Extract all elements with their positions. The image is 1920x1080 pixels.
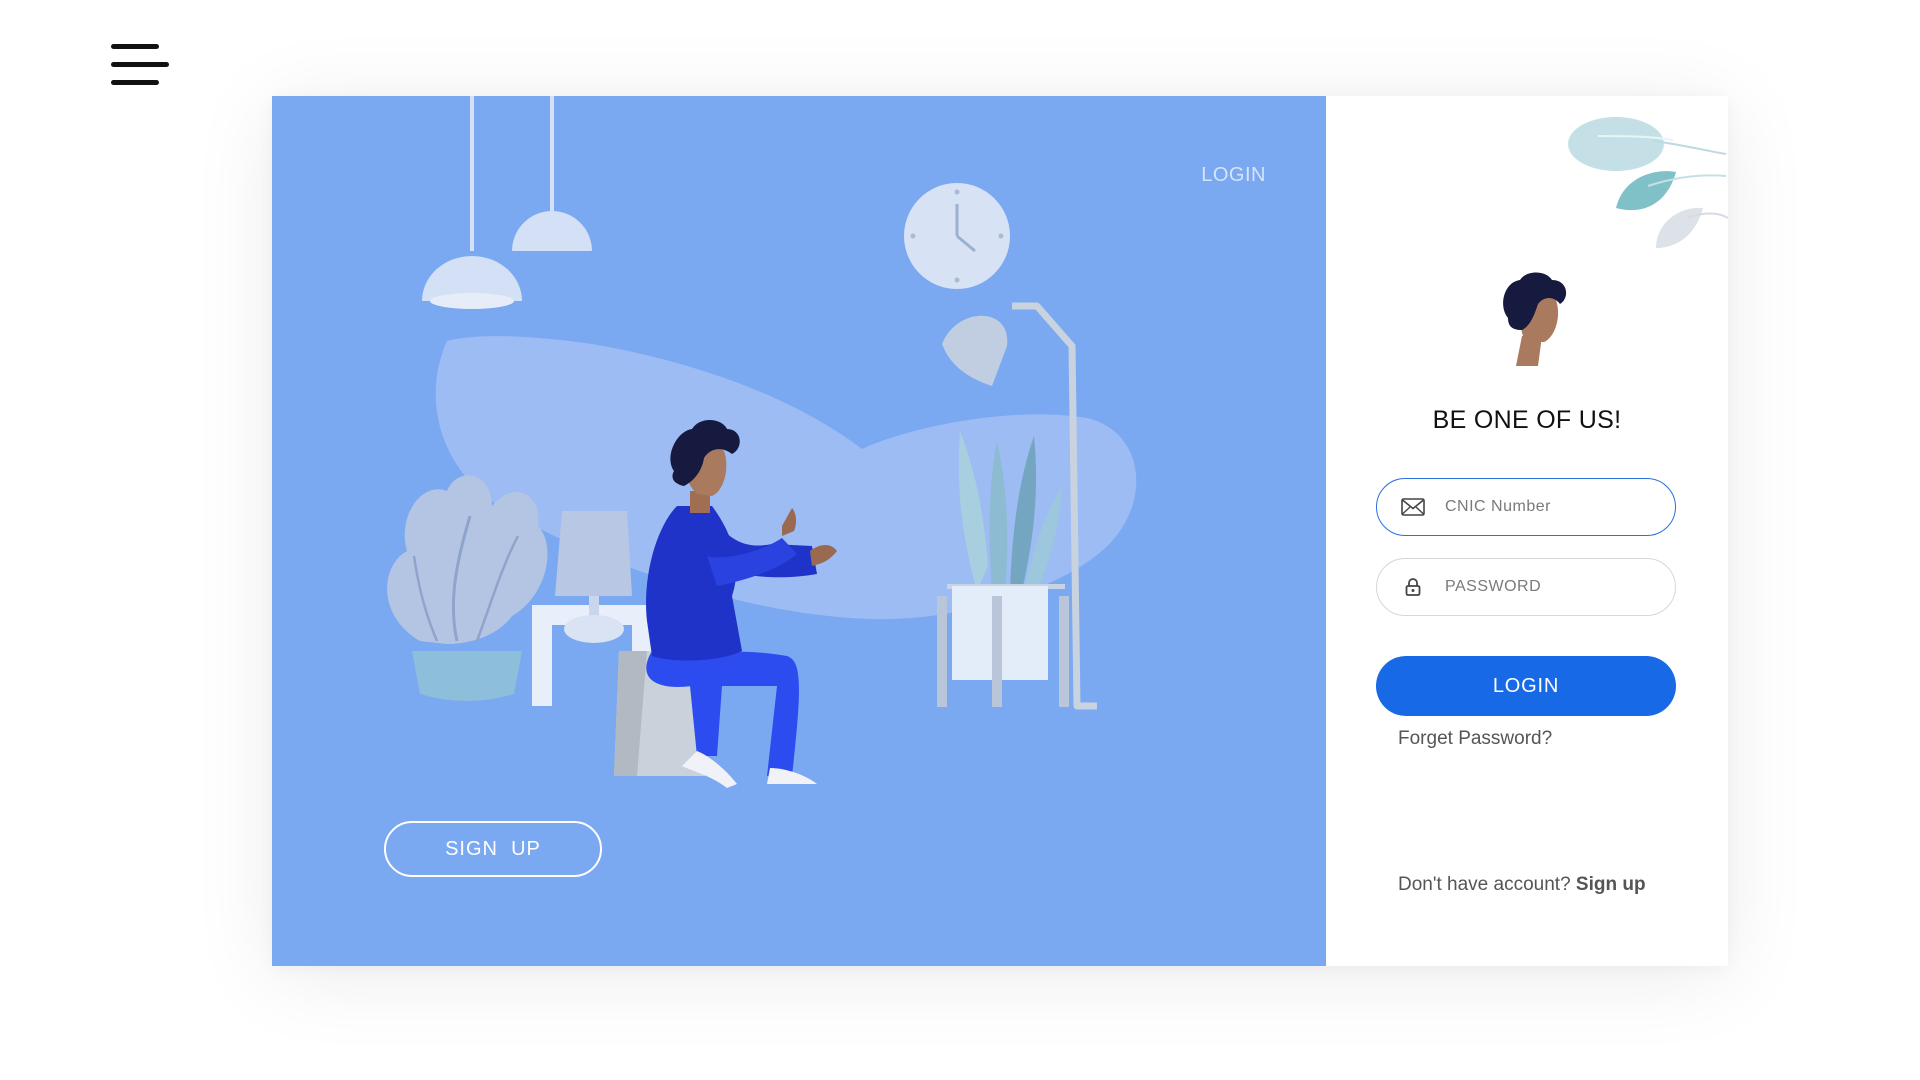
lock-icon — [1401, 577, 1425, 597]
illustration-panel: LOGIN SIGN UP — [272, 96, 1326, 966]
decorative-leaves-icon — [1568, 117, 1728, 248]
plant-stand-leg — [937, 596, 947, 707]
floor-lamp-shade — [942, 315, 1008, 386]
forgot-password-link[interactable]: Forget Password? — [1398, 728, 1552, 750]
tagline: BE ONE OF US! — [1432, 406, 1622, 434]
clock-dot — [954, 189, 960, 195]
table-lamp-base — [564, 615, 624, 643]
plant-stand-leg — [992, 596, 1002, 707]
password-input[interactable] — [1443, 577, 1647, 597]
menu-line — [111, 44, 159, 49]
top-login-link[interactable]: LOGIN — [1201, 164, 1266, 187]
plant-pot — [412, 651, 522, 701]
cnic-field[interactable] — [1376, 478, 1676, 536]
leaf-stem — [1652, 140, 1727, 155]
menu-line — [111, 62, 169, 67]
clock-dot — [910, 233, 916, 239]
clock-dot — [998, 233, 1004, 239]
plant-stand-leg — [1059, 596, 1069, 707]
pendant-lamp-rim — [430, 293, 514, 309]
signup-link[interactable]: Sign up — [1576, 874, 1646, 895]
login-form-panel: BE ONE OF US! CNIC Number LOGIN Forget P… — [1326, 96, 1728, 966]
hamburger-menu-icon[interactable] — [108, 42, 170, 88]
table-lamp-shade — [555, 511, 632, 596]
signup-button[interactable]: SIGN UP — [384, 821, 602, 877]
menu-line — [111, 80, 159, 85]
password-field[interactable] — [1376, 558, 1676, 616]
envelope-icon — [1401, 497, 1425, 517]
pendant-lamp — [512, 211, 592, 251]
auth-card: LOGIN SIGN UP BE ONE OF US! CNIC Number … — [272, 96, 1728, 966]
signup-prompt-text: Don't have account? — [1398, 874, 1571, 895]
potted-plant-leaves — [387, 475, 548, 644]
login-page: LOGIN SIGN UP BE ONE OF US! CNIC Number … — [0, 0, 1920, 1080]
leaf — [1616, 171, 1676, 211]
side-table-leg — [532, 616, 552, 706]
login-button[interactable]: LOGIN — [1376, 656, 1676, 716]
leaf — [1656, 207, 1703, 248]
clock-dot — [954, 277, 960, 283]
cnic-input[interactable] — [1443, 497, 1647, 517]
user-avatar-icon — [1503, 272, 1567, 366]
leaf — [1568, 117, 1664, 171]
signup-prompt: Don't have account? Sign up — [1398, 874, 1646, 896]
